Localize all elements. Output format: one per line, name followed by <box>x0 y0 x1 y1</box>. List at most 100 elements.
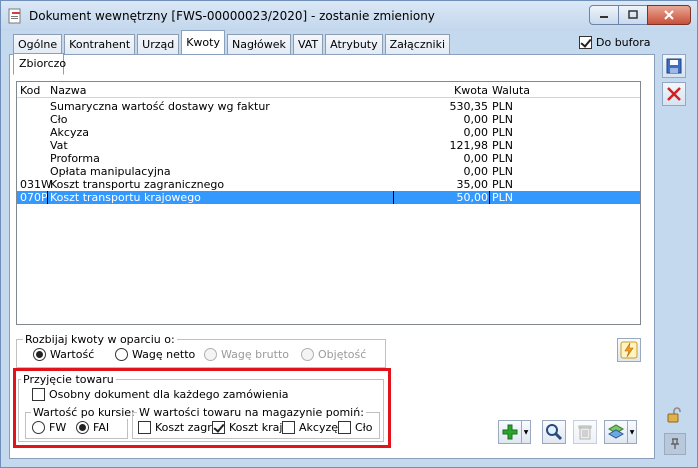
table-header: Kod Nazwa Kwota Waluta <box>17 82 640 98</box>
subtab-label: Zbiorczo <box>19 57 67 70</box>
cell-kwota: 0,00 <box>463 152 489 165</box>
recalculate-button[interactable] <box>617 338 641 362</box>
table-row[interactable]: Sumaryczna wartość dostawy wg faktur 530… <box>17 100 640 113</box>
search-icon <box>546 424 563 441</box>
cell-kwota: 121,98 <box>449 139 489 152</box>
radio-waga-brutto: Wagę brutto <box>204 348 289 361</box>
add-button[interactable] <box>498 420 522 444</box>
column-header-kod[interactable]: Kod <box>20 84 40 97</box>
do-bufora-checkbox[interactable]: Do bufora <box>579 36 651 49</box>
cancel-button[interactable] <box>662 82 686 106</box>
cell-kwota: 0,00 <box>463 126 489 139</box>
delete-button[interactable] <box>573 420 597 444</box>
do-bufora-label: Do bufora <box>596 36 651 49</box>
document-window: Dokument wewnętrzny [FWS-00000023/2020] … <box>0 0 698 468</box>
delete-icon <box>578 425 592 440</box>
column-header-nazwa[interactable]: Nazwa <box>50 84 86 97</box>
tab-label: VAT <box>297 38 319 51</box>
column-header-kwota[interactable]: Kwota <box>454 84 488 97</box>
tab-kontrahent[interactable]: Kontrahent <box>64 34 136 54</box>
lock-icon <box>667 407 681 423</box>
tab-urzad[interactable]: Urząd <box>137 34 180 54</box>
minimize-button[interactable] <box>589 5 619 25</box>
cell-nazwa: Proforma <box>50 152 100 165</box>
save-button[interactable] <box>662 54 686 78</box>
tab-atrybuty[interactable]: Atrybuty <box>325 34 383 54</box>
maximize-icon <box>628 10 638 19</box>
subtab-zbiorczo[interactable]: Zbiorczo <box>13 53 67 75</box>
cell-kwota: 35,00 <box>456 178 489 191</box>
tab-zalaczniki[interactable]: Załączniki <box>384 34 451 54</box>
radio-dot[interactable] <box>115 348 128 361</box>
table-row[interactable]: Vat 121,98 PLN <box>17 139 640 152</box>
tab-ogolne[interactable]: Ogólne <box>13 34 63 54</box>
radio-label: Wartość <box>50 348 95 361</box>
rozbijaj-legend: Rozbijaj kwoty w oparciu o: <box>23 333 177 346</box>
add-icon <box>502 424 518 440</box>
tab-kwoty[interactable]: Kwoty <box>181 30 225 54</box>
radio-waga-netto[interactable]: Wagę netto <box>115 348 195 361</box>
checkbox-box[interactable] <box>579 36 592 49</box>
cell-waluta: PLN <box>492 126 513 139</box>
cell-kwota: 530,35 <box>449 100 489 113</box>
highlight-frame <box>13 368 391 448</box>
tab-label: Kontrahent <box>69 38 131 51</box>
column-header-waluta[interactable]: Waluta <box>492 84 530 97</box>
cell-kwota: 50,00 <box>456 191 489 204</box>
cell-waluta: PLN <box>492 165 513 178</box>
table-row[interactable]: Akcyza 0,00 PLN <box>17 126 640 139</box>
cancel-icon <box>667 87 681 101</box>
radio-dot <box>301 348 314 361</box>
radio-label: Wagę brutto <box>221 348 289 361</box>
cell-waluta: PLN <box>492 113 513 126</box>
exchange-button[interactable] <box>604 420 628 444</box>
cell-nazwa: Sumaryczna wartość dostawy wg faktur <box>50 100 270 113</box>
app-icon <box>8 8 21 24</box>
cell-kod: 031W <box>20 178 52 191</box>
pin-icon <box>671 438 679 449</box>
search-button[interactable] <box>542 420 566 444</box>
cell-kwota: 0,00 <box>463 165 489 178</box>
cell-waluta: PLN <box>492 139 513 152</box>
cell-kod: 070P <box>20 191 48 204</box>
tab-strip: Ogólne Kontrahent Urząd Kwoty Nagłówek V… <box>13 30 452 54</box>
tab-naglowek[interactable]: Nagłówek <box>226 34 291 54</box>
exchange-dropdown[interactable]: ▼ <box>628 420 637 444</box>
title-bar[interactable]: Dokument wewnętrzny [FWS-00000023/2020] … <box>1 1 697 31</box>
table-row[interactable]: Opłata manipulacyjna 0,00 PLN <box>17 165 640 178</box>
tab-label: Nagłówek <box>231 38 286 51</box>
tab-label: Ogólne <box>18 38 58 51</box>
lightning-icon <box>620 341 638 359</box>
radio-dot <box>204 348 217 361</box>
cell-nazwa: Koszt transportu krajowego <box>50 191 201 204</box>
maximize-button[interactable] <box>618 5 648 25</box>
cell-nazwa: Cło <box>50 113 68 126</box>
cell-nazwa: Akcyza <box>50 126 89 139</box>
save-icon <box>666 58 682 74</box>
table-row-selected[interactable]: 070P Koszt transportu krajowego 50,00 PL… <box>17 191 640 204</box>
radio-wartosc[interactable]: Wartość <box>33 348 94 361</box>
cell-waluta: PLN <box>492 178 513 191</box>
table-row[interactable]: Cło 0,00 PLN <box>17 113 640 126</box>
radio-dot[interactable] <box>33 348 46 361</box>
cell-separator <box>47 191 48 204</box>
cell-waluta: PLN <box>492 100 513 113</box>
radio-objetosc: Objętość <box>301 348 366 361</box>
cell-nazwa: Opłata manipulacyjna <box>50 165 171 178</box>
tab-label: Urząd <box>142 38 175 51</box>
radio-label: Objętość <box>318 348 367 361</box>
amounts-table: Kod Nazwa Kwota Waluta Sumaryczna wartoś… <box>16 81 641 325</box>
cell-separator <box>489 191 490 204</box>
tab-vat[interactable]: VAT <box>292 34 324 54</box>
table-row[interactable]: Proforma 0,00 PLN <box>17 152 640 165</box>
tab-label: Załączniki <box>389 38 446 51</box>
pin-button[interactable] <box>664 433 686 455</box>
cell-nazwa: Koszt transportu zagranicznego <box>50 178 225 191</box>
cell-nazwa: Vat <box>50 139 68 152</box>
cell-separator <box>393 191 394 204</box>
cell-waluta: PLN <box>492 152 513 165</box>
close-button[interactable] <box>647 5 691 25</box>
add-dropdown[interactable]: ▼ <box>522 420 531 444</box>
table-row[interactable]: 031W Koszt transportu zagranicznego 35,0… <box>17 178 640 191</box>
lock-button[interactable] <box>662 403 686 427</box>
